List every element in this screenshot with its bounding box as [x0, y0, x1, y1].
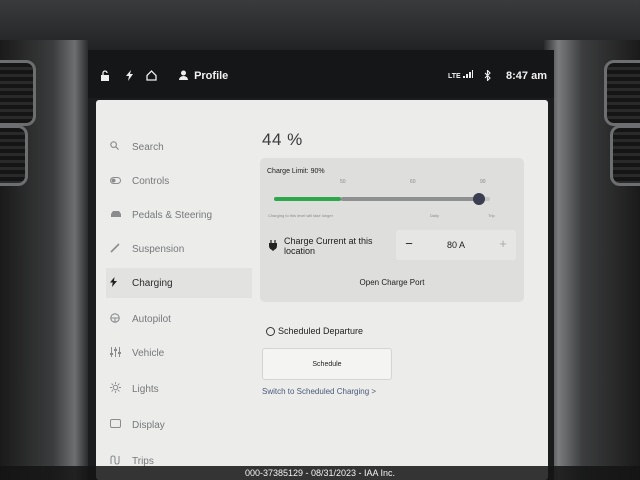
- lte-signal-indicator: LTE: [448, 70, 473, 83]
- scheduled-departure-heading: Scheduled Departure: [266, 326, 363, 336]
- air-vent-left-lower: [0, 125, 28, 186]
- sidebar-item-label: Autopilot: [132, 313, 171, 325]
- plug-icon: [269, 240, 277, 254]
- charging-panel: 44 % Charge Limit: 90% 50 60 90 Charging…: [260, 100, 542, 480]
- tick-label: 60: [410, 179, 416, 185]
- slider-handle[interactable]: [473, 193, 486, 205]
- profile-label: Profile: [194, 70, 229, 82]
- sidebar-item-pedals-steering[interactable]: Pedals & Steering: [110, 200, 250, 230]
- sidebar-item-label: Display: [132, 419, 165, 431]
- car-icon: [110, 210, 132, 221]
- sidebar-item-charging[interactable]: Charging: [106, 268, 252, 298]
- sidebar-item-suspension[interactable]: Suspension: [110, 234, 250, 264]
- battery-percentage: 44 %: [262, 130, 303, 149]
- air-vent-left-upper: [0, 60, 36, 126]
- sidebar-item-controls[interactable]: Controls: [110, 166, 250, 196]
- sidebar-item-label: Charging: [132, 277, 173, 289]
- open-charge-port-button[interactable]: Open Charge Port: [260, 278, 524, 287]
- sidebar-item-lights[interactable]: Lights: [110, 374, 250, 404]
- charge-limit-label: Charge Limit: 90%: [267, 168, 325, 175]
- clock: 8:47 am: [506, 70, 547, 82]
- sidebar-item-autopilot[interactable]: Autopilot: [110, 304, 250, 334]
- sidebar-item-search[interactable]: Search: [110, 132, 250, 162]
- sidebar-item-vehicle[interactable]: Vehicle: [110, 338, 250, 368]
- sidebar-item-label: Search: [132, 141, 164, 153]
- charge-current-value: 80 A: [446, 240, 466, 250]
- slider-trip-label: Trip: [488, 213, 495, 218]
- tick-label: 90: [480, 179, 486, 185]
- touchscreen: Profile LTE 8:47 am Search Controls Peda…: [88, 50, 554, 480]
- sidebar-item-label: Pedals & Steering: [132, 209, 213, 221]
- charge-current-stepper: − 80 A +: [396, 230, 516, 260]
- search-icon: [110, 141, 132, 153]
- network-label: LTE: [448, 73, 461, 80]
- suspension-icon: [110, 242, 132, 256]
- charge-current-label: Charge Current at this location: [284, 236, 373, 256]
- clock-icon: [266, 327, 275, 336]
- sidebar-item-label: Suspension: [132, 243, 185, 255]
- sliders-icon: [110, 346, 132, 360]
- charge-limit-slider[interactable]: [274, 193, 490, 205]
- sidebar-item-display[interactable]: Display: [110, 410, 250, 440]
- schedule-button[interactable]: Schedule: [262, 348, 392, 380]
- sun-icon: [110, 382, 132, 396]
- profile-button[interactable]: Profile: [179, 70, 228, 82]
- toggle-icon: [110, 176, 132, 187]
- increase-current-button[interactable]: +: [494, 236, 512, 252]
- status-bar: Profile LTE 8:47 am: [88, 50, 554, 98]
- air-vent-right-upper: [604, 60, 640, 126]
- steering-wheel-icon: [110, 312, 132, 326]
- sidebar-item-label: Trips: [132, 455, 154, 467]
- sidebar-item-label: Controls: [132, 175, 170, 187]
- slider-note: Charging to this level will take longer: [268, 213, 333, 218]
- signal-bars-icon: [462, 70, 473, 78]
- battery-level-fill: [274, 197, 341, 201]
- air-vent-right-lower: [610, 125, 640, 186]
- decrease-current-button[interactable]: −: [400, 236, 418, 252]
- settings-display: Search Controls Pedals & Steering Suspen…: [96, 100, 548, 480]
- charge-settings-card: Charge Limit: 90% 50 60 90 Charging to t…: [260, 158, 524, 302]
- slider-daily-label: Daily: [430, 213, 439, 218]
- lightning-icon: [126, 70, 134, 84]
- switch-to-scheduled-charging-link[interactable]: Switch to Scheduled Charging >: [262, 387, 376, 396]
- tick-label: 50: [340, 179, 346, 185]
- watermark-bar: 000-37385129 - 08/31/2023 - IAA Inc.: [0, 466, 640, 480]
- sidebar-item-label: Lights: [132, 383, 159, 395]
- settings-sidebar: Search Controls Pedals & Steering Suspen…: [96, 100, 252, 480]
- homelink-icon[interactable]: [146, 70, 157, 84]
- bluetooth-icon[interactable]: [484, 69, 491, 84]
- display-icon: [110, 419, 132, 431]
- sidebar-item-label: Vehicle: [132, 347, 165, 359]
- scheduled-departure-label: Scheduled Departure: [278, 326, 364, 336]
- charge-target-segment: [340, 197, 480, 201]
- unlock-icon[interactable]: [100, 70, 110, 84]
- lightning-icon: [110, 276, 132, 290]
